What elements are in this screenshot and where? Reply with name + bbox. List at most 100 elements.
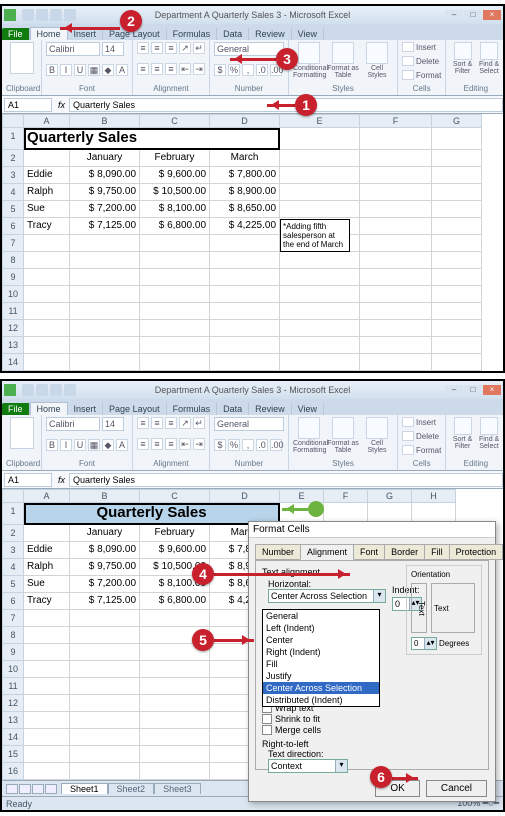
tab-home[interactable]: Home (30, 402, 68, 415)
row-name[interactable]: Sue (24, 201, 70, 218)
italic-icon[interactable]: I (60, 64, 72, 76)
dlg-tab-number[interactable]: Number (255, 544, 301, 560)
dlg-tab-protection[interactable]: Protection (449, 544, 504, 560)
quick-access-toolbar[interactable] (22, 384, 76, 396)
worksheet-grid[interactable]: ABCDEFG 1Quarterly Sales 2JanuaryFebruar… (2, 114, 503, 371)
maximize-button[interactable]: □ (464, 385, 482, 395)
minimize-button[interactable]: – (445, 385, 463, 395)
tab-view[interactable]: View (292, 28, 324, 40)
align-center-icon[interactable]: ≡ (151, 63, 163, 75)
underline-icon[interactable]: U (74, 64, 86, 76)
align-bot-icon[interactable]: ≡ (165, 42, 177, 54)
opt-justify[interactable]: Justify (263, 670, 379, 682)
tab-page-layout[interactable]: Page Layout (103, 403, 167, 415)
merge-checkbox[interactable]: Merge cells (262, 725, 482, 735)
find-select-button[interactable]: Find & Select (477, 42, 502, 75)
align-left-icon[interactable]: ≡ (137, 63, 149, 75)
number-format-select[interactable]: General (214, 42, 284, 56)
name-box[interactable]: A1 (4, 473, 52, 487)
tab-data[interactable]: Data (217, 28, 249, 40)
close-button[interactable]: × (483, 10, 501, 20)
row-name[interactable]: Ralph (24, 184, 70, 201)
row-name[interactable]: Eddie (24, 167, 70, 184)
fx-icon[interactable]: fx (54, 475, 69, 485)
font-color-icon[interactable]: A (116, 64, 128, 76)
formula-input[interactable]: Quarterly Sales (69, 473, 503, 487)
degrees-spinner[interactable]: 0▴▾ (411, 637, 437, 650)
font-size-select[interactable]: 14 (102, 417, 124, 431)
border-icon[interactable]: ▦ (88, 64, 100, 76)
opt-general[interactable]: General (263, 610, 379, 622)
horizontal-select[interactable]: Center Across Selection▾ (268, 589, 386, 603)
header-jan[interactable]: January (70, 150, 140, 167)
align-mid-icon[interactable]: ≡ (151, 42, 163, 54)
minimize-button[interactable]: – (445, 10, 463, 20)
sheet-nav-last[interactable] (45, 784, 57, 794)
fx-icon[interactable]: fx (54, 100, 69, 110)
dlg-tab-font[interactable]: Font (353, 544, 385, 560)
sort-filter-button[interactable]: Sort & Filter (450, 42, 475, 75)
column-headers[interactable]: ABCDEFG (2, 114, 503, 128)
sheet-tab-2[interactable]: Sheet2 (108, 783, 155, 794)
font-name-select[interactable]: Calibri (46, 417, 100, 431)
header-mar[interactable]: March (210, 150, 280, 167)
inc-decimal-icon[interactable]: .0 (256, 64, 268, 76)
sheet-tab-1[interactable]: Sheet1 (61, 783, 108, 794)
opt-right[interactable]: Right (Indent) (263, 646, 379, 658)
orientation-dial[interactable]: Text (431, 583, 475, 633)
tab-review[interactable]: Review (249, 28, 292, 40)
sheet-nav-prev[interactable] (19, 784, 31, 794)
chevron-down-icon[interactable]: ▾ (373, 590, 385, 602)
tab-data[interactable]: Data (217, 403, 249, 415)
tab-formulas[interactable]: Formulas (167, 28, 218, 40)
sheet-nav-next[interactable] (32, 784, 44, 794)
opt-left[interactable]: Left (Indent) (263, 622, 379, 634)
dlg-tab-alignment[interactable]: Alignment (300, 544, 354, 560)
comma-icon[interactable]: , (242, 64, 254, 76)
percent-icon[interactable]: % (228, 64, 240, 76)
currency-icon[interactable]: $ (214, 64, 226, 76)
horizontal-dropdown[interactable]: General Left (Indent) Center Right (Inde… (262, 609, 380, 707)
tab-formulas[interactable]: Formulas (167, 403, 218, 415)
indent-dec-icon[interactable]: ⇤ (179, 63, 191, 75)
paste-button[interactable] (10, 42, 34, 74)
format-cells-icon[interactable] (402, 70, 414, 80)
sheet-tab-3[interactable]: Sheet3 (154, 783, 201, 794)
opt-fill[interactable]: Fill (263, 658, 379, 670)
tab-file[interactable]: File (2, 28, 30, 40)
row-name[interactable]: Tracy (24, 218, 70, 235)
dlg-tab-border[interactable]: Border (384, 544, 425, 560)
bold-icon[interactable]: B (46, 64, 58, 76)
opt-center[interactable]: Center (263, 634, 379, 646)
format-as-table-button[interactable]: Format as Table (327, 42, 359, 79)
tab-view[interactable]: View (292, 403, 324, 415)
align-right-icon[interactable]: ≡ (165, 63, 177, 75)
cell-styles-button[interactable]: Cell Styles (361, 42, 393, 79)
orientation-icon[interactable]: ↗ (179, 42, 191, 54)
align-top-icon[interactable]: ≡ (137, 42, 149, 54)
dlg-tab-fill[interactable]: Fill (424, 544, 450, 560)
merge-icon[interactable]: ⇥ (193, 63, 205, 75)
paste-button[interactable] (10, 417, 34, 449)
maximize-button[interactable]: □ (464, 10, 482, 20)
tab-review[interactable]: Review (249, 403, 292, 415)
shrink-checkbox[interactable]: Shrink to fit (262, 714, 482, 724)
tab-file[interactable]: File (2, 403, 30, 415)
number-format-select[interactable]: General (214, 417, 284, 431)
wrap-text-icon[interactable]: ↵ (193, 42, 205, 54)
quick-access-toolbar[interactable] (22, 9, 76, 21)
opt-distributed[interactable]: Distributed (Indent) (263, 694, 379, 706)
delete-cells-icon[interactable] (402, 56, 414, 66)
text-direction-select[interactable]: Context▾ (268, 759, 348, 773)
insert-cells-icon[interactable] (402, 42, 414, 52)
sheet-nav-first[interactable] (6, 784, 18, 794)
header-feb[interactable]: February (140, 150, 210, 167)
name-box[interactable]: A1 (4, 98, 52, 112)
tab-insert[interactable]: Insert (68, 403, 104, 415)
fill-color-icon[interactable]: ◆ (102, 64, 114, 76)
font-size-select[interactable]: 14 (102, 42, 124, 56)
opt-center-across[interactable]: Center Across Selection (263, 682, 379, 694)
close-button[interactable]: × (483, 385, 501, 395)
cancel-button[interactable]: Cancel (426, 780, 487, 797)
font-name-select[interactable]: Calibri (46, 42, 100, 56)
